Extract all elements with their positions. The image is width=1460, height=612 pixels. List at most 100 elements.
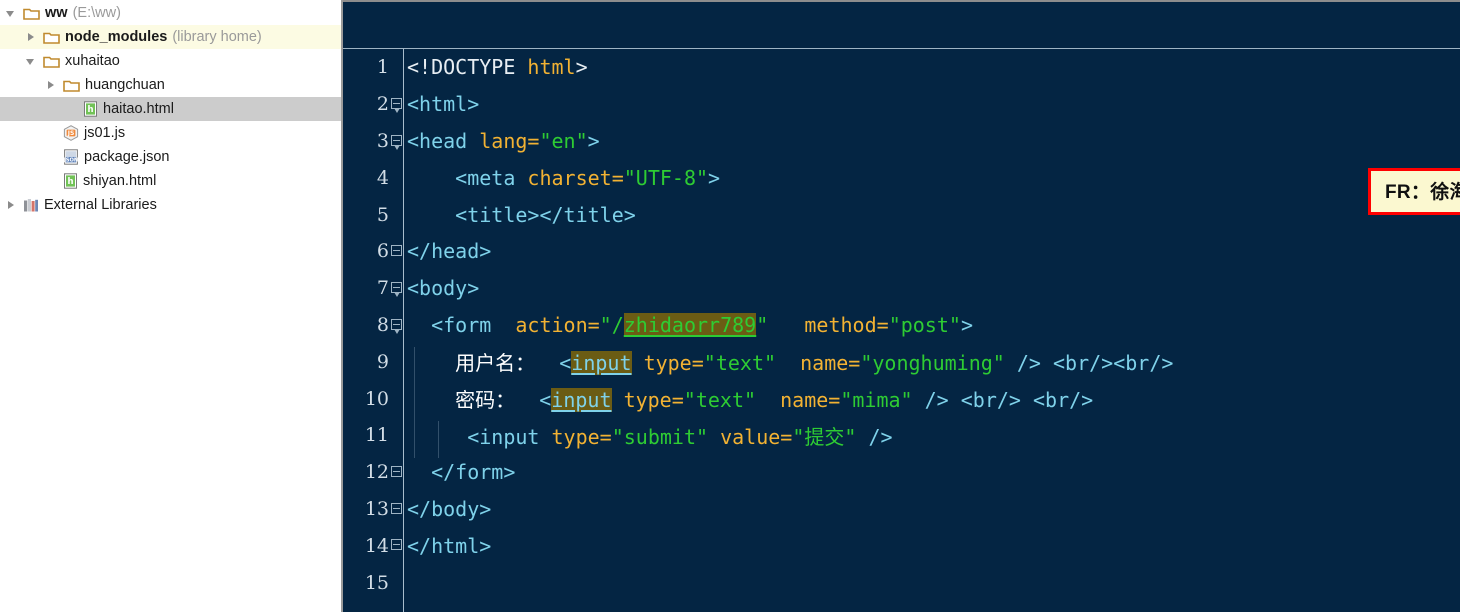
code-line[interactable]: 7 <body>	[343, 270, 1460, 307]
json-file-icon: JSON	[63, 149, 79, 165]
html-file-icon: h	[83, 101, 98, 117]
fold-toggle-icon[interactable]	[389, 123, 404, 160]
line-number: 8	[376, 313, 389, 336]
code-line[interactable]: 5 <title></title>	[343, 196, 1460, 233]
line-number: 15	[364, 571, 389, 594]
tree-item-label: js01.js	[84, 124, 126, 141]
folder-icon	[43, 54, 60, 69]
code-token: <!DOCTYPE	[407, 55, 528, 80]
code-token: 用户名：	[455, 351, 536, 376]
line-number: 13	[364, 497, 389, 520]
code-line[interactable]: 4 <meta charset="UTF-8">	[343, 159, 1460, 196]
code-token: >	[575, 55, 588, 80]
code-text: <input type="submit" value="提交" />	[404, 420, 1460, 458]
code-token: <	[515, 388, 552, 413]
code-line[interactable]: 14 </html>	[343, 527, 1460, 564]
code-editor[interactable]: 1 <!DOCTYPE html> 2 <html> 3 <head lang="en">…	[343, 0, 1460, 612]
selected-token: input	[571, 351, 632, 376]
code-token: value=	[720, 424, 793, 449]
svg-text:JSON: JSON	[63, 157, 78, 163]
tree-row[interactable]: JSON package.json	[0, 145, 341, 169]
fold-toggle-icon[interactable]	[389, 307, 404, 344]
chevron-down-icon[interactable]	[4, 6, 18, 20]
fold-toggle-icon[interactable]	[389, 454, 404, 491]
fold-marker	[391, 281, 402, 297]
tree-item-suffix: (library home)	[172, 28, 262, 45]
code-line[interactable]: 1 <!DOCTYPE html>	[343, 49, 1460, 86]
code-token: charset=	[527, 165, 624, 190]
code-text: 密码： <input type="text" name="mima" /> <b…	[404, 384, 1460, 421]
selected-token: zhidaorr789	[623, 312, 757, 337]
code-token: <body>	[407, 276, 480, 301]
code-text: <body>	[404, 276, 1460, 300]
tree-row[interactable]: h shiyan.html	[0, 169, 341, 193]
code-line[interactable]: 8 <form action="/zhidaorr789" method="po…	[343, 307, 1460, 344]
code-token: </html>	[407, 533, 492, 558]
code-line[interactable]: 12 </form>	[343, 454, 1460, 491]
line-number: 6	[376, 240, 389, 263]
tree-row[interactable]: JS js01.js	[0, 121, 341, 145]
fold-toggle-icon[interactable]	[389, 233, 404, 270]
chevron-right-icon[interactable]	[24, 30, 38, 44]
code-token: <br/> <br/>	[960, 388, 1094, 413]
folder-icon	[63, 78, 80, 93]
fold-toggle-icon[interactable]	[389, 491, 404, 528]
author-annotation-box: FR：徐海涛（Hunk Xu)	[1368, 168, 1460, 215]
code-text: <title></title>	[404, 203, 1460, 227]
fold-marker	[391, 134, 402, 150]
code-line[interactable]: 2 <html>	[343, 86, 1460, 123]
line-number: 3	[376, 129, 389, 152]
code-token: "	[756, 312, 769, 337]
code-token: />	[856, 424, 893, 449]
code-token: "text"	[703, 351, 777, 376]
code-line[interactable]: 3 <head lang="en">	[343, 123, 1460, 160]
code-token: type=	[551, 424, 612, 449]
code-line[interactable]: 10 密码： <input type="text" name="mima" />…	[343, 380, 1460, 421]
code-token: <head	[407, 128, 480, 153]
indent-guide	[414, 420, 415, 458]
code-line[interactable]: 6 </head>	[343, 233, 1460, 270]
tree-row[interactable]: huangchuan	[0, 73, 341, 97]
code-text: </html>	[404, 534, 1460, 558]
code-token: </head>	[407, 239, 492, 264]
tree-row[interactable]: External Libraries	[0, 193, 341, 217]
ide-window: ww (E:\ww) node_modules (library home) xuhai…	[0, 0, 1460, 612]
code-line[interactable]: 11 <input type="submit" value="提交" />	[343, 417, 1460, 458]
chevron-right-icon[interactable]	[4, 198, 18, 212]
code-text: <head lang="en">	[404, 129, 1460, 153]
tree-row[interactable]: ww (E:\ww)	[0, 1, 341, 25]
code-text: </form>	[404, 460, 1460, 484]
js-file-icon: JS	[63, 125, 79, 141]
indent-guide	[438, 420, 439, 458]
code-token: <br/><br/>	[1053, 351, 1174, 376]
code-token: "mima"	[840, 388, 913, 413]
tree-row[interactable]: xuhaitao	[0, 49, 341, 73]
code-token: "/	[599, 312, 624, 337]
books-icon	[23, 198, 39, 213]
code-line[interactable]: 15	[343, 564, 1460, 601]
chevron-right-icon[interactable]	[44, 78, 58, 92]
tree-item-label: ww	[45, 4, 68, 21]
code-line[interactable]: 13 </body>	[343, 491, 1460, 528]
svg-text:h: h	[67, 177, 73, 187]
code-token: >	[960, 312, 973, 337]
chevron-down-icon[interactable]	[24, 54, 38, 68]
tree-item-label: node_modules	[65, 28, 168, 45]
project-tree-sidebar: ww (E:\ww) node_modules (library home) xuhai…	[0, 0, 343, 612]
fold-toggle-icon[interactable]	[389, 86, 404, 123]
tree-row[interactable]: node_modules (library home)	[0, 25, 341, 49]
fold-toggle-icon[interactable]	[389, 527, 404, 564]
fold-toggle-icon[interactable]	[389, 270, 404, 307]
code-content-area[interactable]: 1 <!DOCTYPE html> 2 <html> 3 <head lang="en">…	[343, 49, 1460, 612]
tree-row[interactable]: h haitao.html	[0, 97, 341, 121]
code-line[interactable]: 9 用户名： <input type="text" name="yonghumi…	[343, 343, 1460, 385]
code-token: "post"	[888, 312, 961, 337]
folder-icon	[43, 30, 60, 45]
